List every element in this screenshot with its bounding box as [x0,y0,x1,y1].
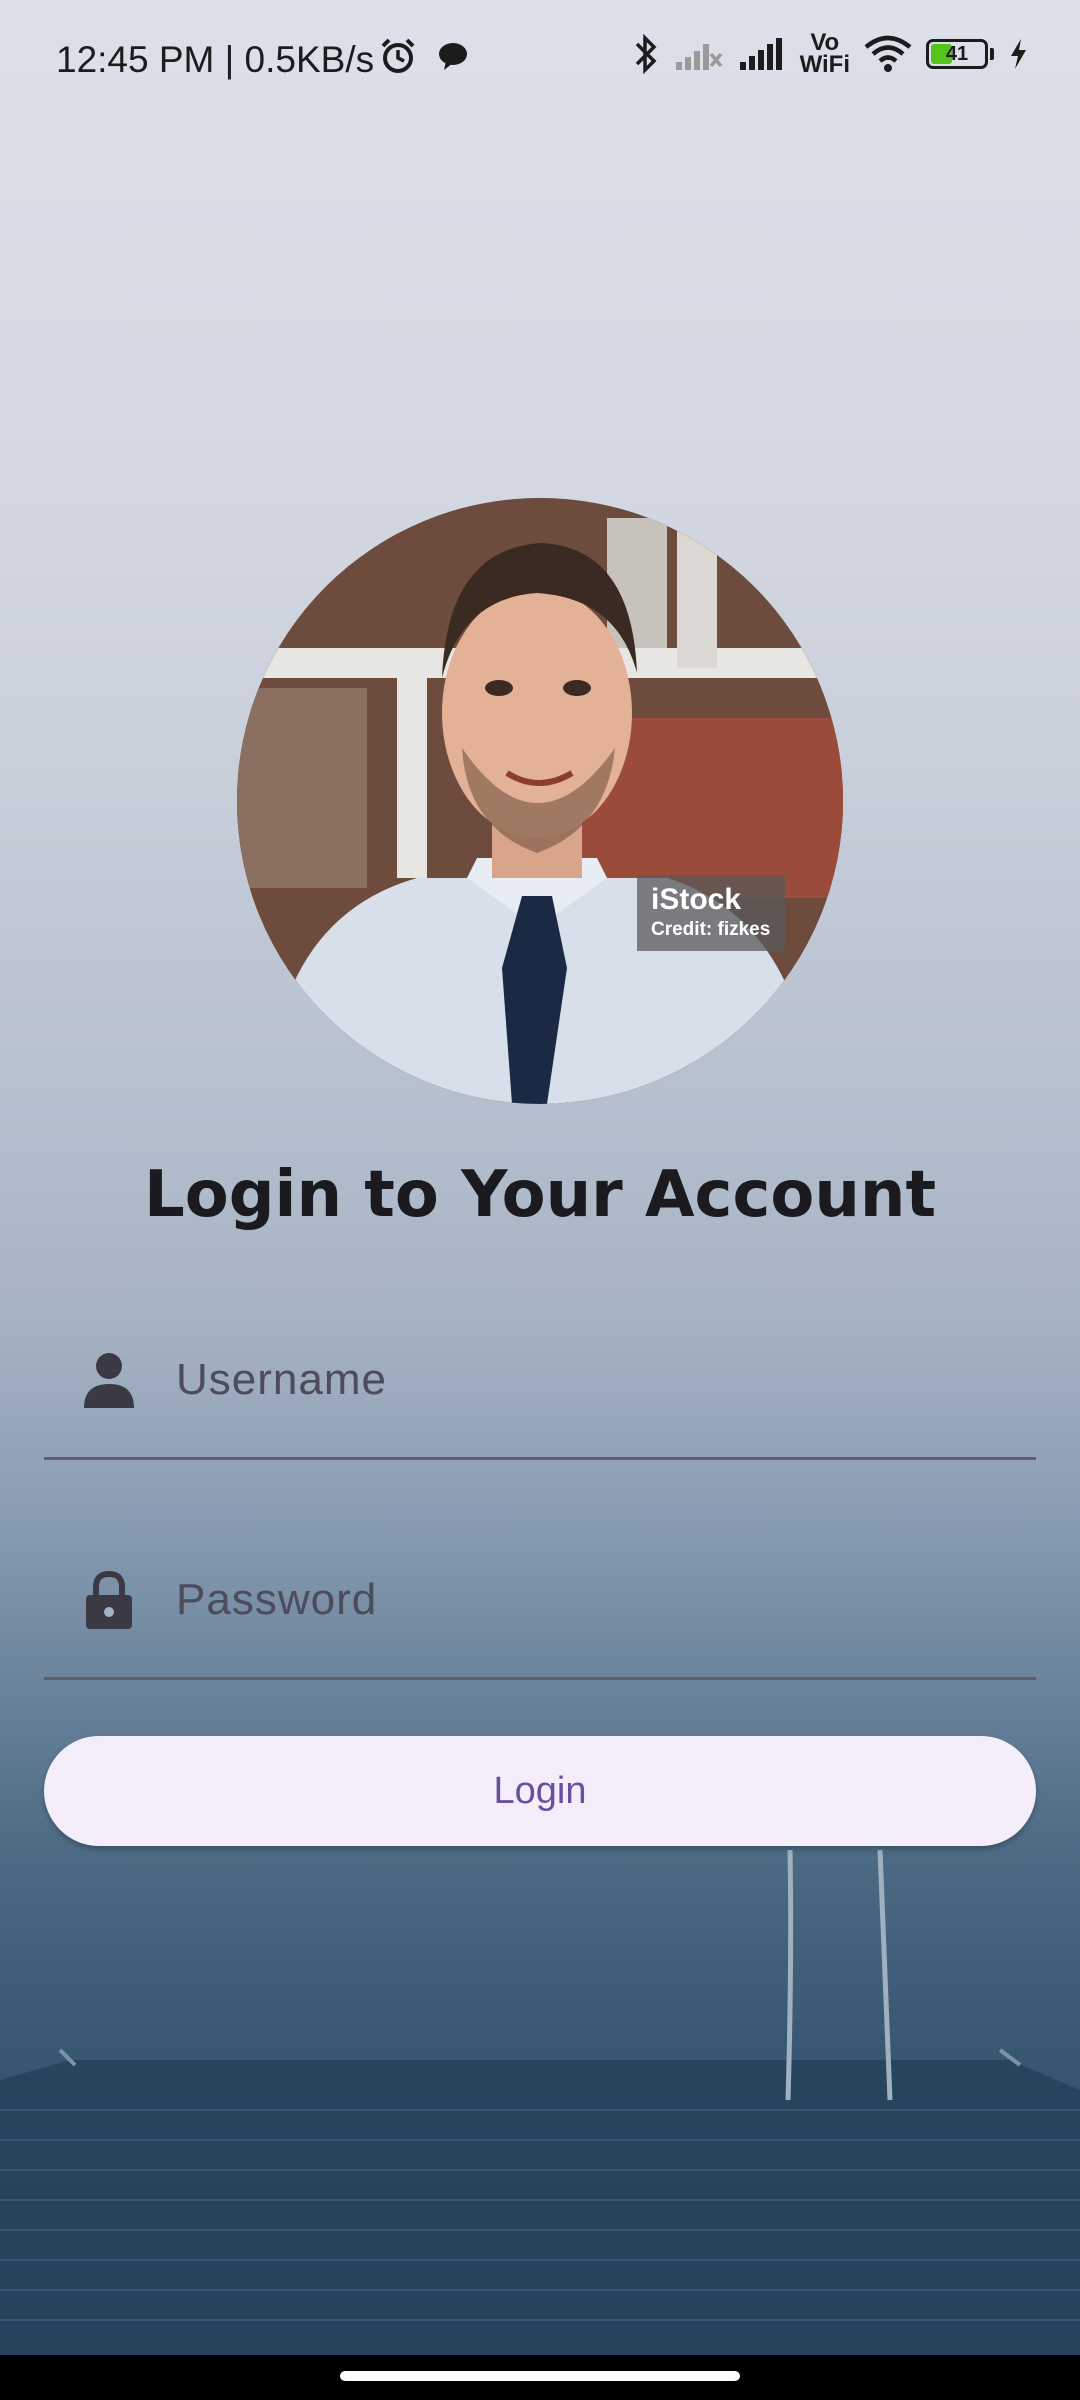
login-button[interactable]: Login [44,1736,1036,1846]
battery-icon: 41 [926,39,988,69]
home-gesture-handle[interactable] [340,2371,740,2381]
stock-watermark: iStock Credit: fizkes [637,875,785,951]
username-field[interactable] [44,1310,1036,1460]
charging-bolt-icon [1011,39,1026,69]
bluetooth-icon [635,33,657,75]
avatar-photo [237,498,843,1104]
password-field[interactable] [44,1530,1036,1680]
vowifi-indicator: Vo WiFi [799,31,850,78]
chat-bubble-icon [439,43,467,70]
password-input[interactable] [176,1560,996,1640]
lock-icon [86,1570,132,1629]
alarm-icon [381,38,415,73]
vowifi-bottom-label: WiFi [799,51,850,78]
watermark-brand: iStock [651,883,742,916]
status-left-icons [378,36,470,76]
battery-tip [990,48,994,60]
navigation-bar [0,2355,1080,2400]
status-time-speed: 12:45 PM | 0.5KB/s [56,39,375,80]
status-right-icons: Vo WiFi 41 [632,31,1028,78]
person-icon [84,1353,134,1408]
signal-sim2-icon [739,38,782,70]
background-pier-image [0,1849,1080,2360]
watermark-credit: Credit: fizkes [651,919,771,940]
status-bar: 12:45 PM | 0.5KB/s Vo WiFi 41 [0,0,1080,120]
page-title: Login to Your Account [143,1158,937,1232]
wifi-icon [864,35,912,72]
signal-sim1-no-service-icon [675,44,722,70]
battery-level: 41 [945,42,969,65]
profile-avatar [237,498,843,1104]
username-input[interactable] [176,1340,996,1420]
